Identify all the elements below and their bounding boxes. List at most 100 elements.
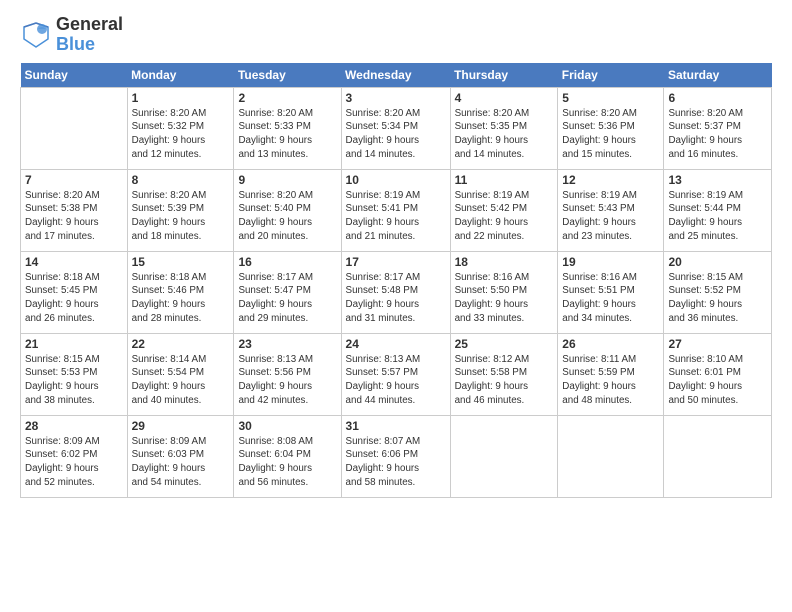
day-info: Sunrise: 8:13 AMSunset: 5:56 PMDaylight:… <box>238 353 336 408</box>
calendar-cell: 10 Sunrise: 8:19 AMSunset: 5:41 PMDayligh… <box>341 169 450 251</box>
day-info: Sunrise: 8:19 AMSunset: 5:43 PMDaylight:… <box>562 189 659 244</box>
day-info: Sunrise: 8:16 AMSunset: 5:50 PMDaylight:… <box>455 271 554 326</box>
day-info: Sunrise: 8:19 AMSunset: 5:41 PMDaylight:… <box>346 189 446 244</box>
day-info: Sunrise: 8:18 AMSunset: 5:45 PMDaylight:… <box>25 271 123 326</box>
day-number: 21 <box>25 337 123 351</box>
calendar-cell: 18 Sunrise: 8:16 AMSunset: 5:50 PMDayligh… <box>450 251 558 333</box>
week-row-2: 7 Sunrise: 8:20 AMSunset: 5:38 PMDaylight… <box>21 169 772 251</box>
calendar-cell: 26Sunrise: 8:11 AMSunset: 5:59 PMDayligh… <box>558 333 664 415</box>
day-info: Sunrise: 8:20 AMSunset: 5:34 PMDaylight:… <box>346 107 446 162</box>
day-number: 23 <box>238 337 336 351</box>
calendar-cell: 22Sunrise: 8:14 AMSunset: 5:54 PMDayligh… <box>127 333 234 415</box>
calendar-table: SundayMondayTuesdayWednesdayThursdayFrid… <box>20 63 772 498</box>
day-info: Sunrise: 8:09 AMSunset: 6:03 PMDaylight:… <box>132 435 230 490</box>
day-info: Sunrise: 8:20 AMSunset: 5:35 PMDaylight:… <box>455 107 554 162</box>
calendar-cell <box>664 415 772 497</box>
week-row-4: 21 Sunrise: 8:15 AMSunset: 5:53 PMDayligh… <box>21 333 772 415</box>
day-info: Sunrise: 8:12 AMSunset: 5:58 PMDaylight:… <box>455 353 554 408</box>
day-info: Sunrise: 8:10 AMSunset: 6:01 PMDaylight:… <box>668 353 767 408</box>
day-info: Sunrise: 8:20 AMSunset: 5:40 PMDaylight:… <box>238 189 336 244</box>
day-number: 1 <box>132 91 230 105</box>
logo-general: General <box>56 15 123 35</box>
day-number: 29 <box>132 419 230 433</box>
day-info: Sunrise: 8:13 AMSunset: 5:57 PMDaylight:… <box>346 353 446 408</box>
week-row-1: 1Sunrise: 8:20 AMSunset: 5:32 PMDaylight… <box>21 87 772 169</box>
day-info: Sunrise: 8:18 AMSunset: 5:46 PMDaylight:… <box>132 271 230 326</box>
day-number: 30 <box>238 419 336 433</box>
day-info: Sunrise: 8:07 AMSunset: 6:06 PMDaylight:… <box>346 435 446 490</box>
day-number: 31 <box>346 419 446 433</box>
day-info: Sunrise: 8:15 AMSunset: 5:52 PMDaylight:… <box>668 271 767 326</box>
week-row-5: 28Sunrise: 8:09 AMSunset: 6:02 PMDayligh… <box>21 415 772 497</box>
day-number: 24 <box>346 337 446 351</box>
day-number: 3 <box>346 91 446 105</box>
logo-blue: Blue <box>56 35 123 55</box>
day-info: Sunrise: 8:19 AMSunset: 5:44 PMDaylight:… <box>668 189 767 244</box>
day-info: Sunrise: 8:20 AMSunset: 5:39 PMDaylight:… <box>132 189 230 244</box>
calendar-cell: 14 Sunrise: 8:18 AMSunset: 5:45 PMDayligh… <box>21 251 128 333</box>
weekday-header-friday: Friday <box>558 63 664 88</box>
calendar-page: General Blue SundayMondayTuesdayWednesda… <box>0 0 792 612</box>
day-info: Sunrise: 8:15 AMSunset: 5:53 PMDaylight:… <box>25 353 123 408</box>
calendar-cell: 11 Sunrise: 8:19 AMSunset: 5:42 PMDayligh… <box>450 169 558 251</box>
weekday-header-row: SundayMondayTuesdayWednesdayThursdayFrid… <box>21 63 772 88</box>
day-number: 4 <box>455 91 554 105</box>
calendar-cell: 31 Sunrise: 8:07 AMSunset: 6:06 PMDayligh… <box>341 415 450 497</box>
day-info: Sunrise: 8:14 AMSunset: 5:54 PMDaylight:… <box>132 353 230 408</box>
calendar-cell: 5Sunrise: 8:20 AMSunset: 5:36 PMDaylight… <box>558 87 664 169</box>
day-number: 7 <box>25 173 123 187</box>
day-info: Sunrise: 8:20 AMSunset: 5:33 PMDaylight:… <box>238 107 336 162</box>
day-number: 14 <box>25 255 123 269</box>
day-number: 2 <box>238 91 336 105</box>
week-row-3: 14 Sunrise: 8:18 AMSunset: 5:45 PMDayligh… <box>21 251 772 333</box>
logo-icon <box>20 19 52 51</box>
calendar-cell: 27 Sunrise: 8:10 AMSunset: 6:01 PMDayligh… <box>664 333 772 415</box>
calendar-cell: 30Sunrise: 8:08 AMSunset: 6:04 PMDayligh… <box>234 415 341 497</box>
calendar-cell: 19 Sunrise: 8:16 AMSunset: 5:51 PMDayligh… <box>558 251 664 333</box>
calendar-cell: 15 Sunrise: 8:18 AMSunset: 5:46 PMDayligh… <box>127 251 234 333</box>
calendar-cell: 24 Sunrise: 8:13 AMSunset: 5:57 PMDayligh… <box>341 333 450 415</box>
calendar-cell <box>450 415 558 497</box>
day-info: Sunrise: 8:20 AMSunset: 5:37 PMDaylight:… <box>668 107 767 162</box>
day-info: Sunrise: 8:20 AMSunset: 5:38 PMDaylight:… <box>25 189 123 244</box>
day-number: 19 <box>562 255 659 269</box>
day-info: Sunrise: 8:19 AMSunset: 5:42 PMDaylight:… <box>455 189 554 244</box>
logo: General Blue <box>20 15 123 55</box>
weekday-header-sunday: Sunday <box>21 63 128 88</box>
day-number: 28 <box>25 419 123 433</box>
calendar-cell: 13Sunrise: 8:19 AMSunset: 5:44 PMDayligh… <box>664 169 772 251</box>
calendar-cell: 25 Sunrise: 8:12 AMSunset: 5:58 PMDayligh… <box>450 333 558 415</box>
calendar-cell: 23 Sunrise: 8:13 AMSunset: 5:56 PMDayligh… <box>234 333 341 415</box>
weekday-header-wednesday: Wednesday <box>341 63 450 88</box>
logo-text-block: General Blue <box>56 15 123 55</box>
day-number: 17 <box>346 255 446 269</box>
day-info: Sunrise: 8:17 AMSunset: 5:47 PMDaylight:… <box>238 271 336 326</box>
day-info: Sunrise: 8:20 AMSunset: 5:36 PMDaylight:… <box>562 107 659 162</box>
day-number: 27 <box>668 337 767 351</box>
day-info: Sunrise: 8:17 AMSunset: 5:48 PMDaylight:… <box>346 271 446 326</box>
day-info: Sunrise: 8:11 AMSunset: 5:59 PMDaylight:… <box>562 353 659 408</box>
day-number: 20 <box>668 255 767 269</box>
day-number: 11 <box>455 173 554 187</box>
day-number: 10 <box>346 173 446 187</box>
calendar-cell: 3 Sunrise: 8:20 AMSunset: 5:34 PMDaylight… <box>341 87 450 169</box>
calendar-cell: 28Sunrise: 8:09 AMSunset: 6:02 PMDayligh… <box>21 415 128 497</box>
calendar-cell: 2 Sunrise: 8:20 AMSunset: 5:33 PMDaylight… <box>234 87 341 169</box>
day-info: Sunrise: 8:16 AMSunset: 5:51 PMDaylight:… <box>562 271 659 326</box>
day-number: 8 <box>132 173 230 187</box>
weekday-header-monday: Monday <box>127 63 234 88</box>
day-number: 18 <box>455 255 554 269</box>
calendar-cell: 9Sunrise: 8:20 AMSunset: 5:40 PMDaylight… <box>234 169 341 251</box>
calendar-cell: 17 Sunrise: 8:17 AMSunset: 5:48 PMDayligh… <box>341 251 450 333</box>
day-number: 15 <box>132 255 230 269</box>
calendar-cell: 21 Sunrise: 8:15 AMSunset: 5:53 PMDayligh… <box>21 333 128 415</box>
calendar-cell <box>21 87 128 169</box>
calendar-cell: 6Sunrise: 8:20 AMSunset: 5:37 PMDaylight… <box>664 87 772 169</box>
calendar-cell: 16 Sunrise: 8:17 AMSunset: 5:47 PMDayligh… <box>234 251 341 333</box>
calendar-cell: 4 Sunrise: 8:20 AMSunset: 5:35 PMDaylight… <box>450 87 558 169</box>
day-number: 16 <box>238 255 336 269</box>
calendar-cell: 7 Sunrise: 8:20 AMSunset: 5:38 PMDaylight… <box>21 169 128 251</box>
calendar-cell <box>558 415 664 497</box>
calendar-cell: 20 Sunrise: 8:15 AMSunset: 5:52 PMDayligh… <box>664 251 772 333</box>
day-number: 25 <box>455 337 554 351</box>
